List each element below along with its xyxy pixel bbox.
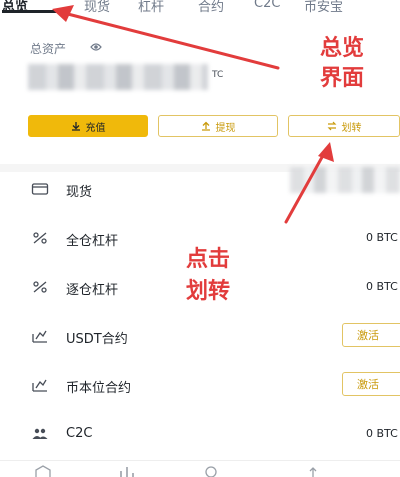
tab-earn[interactable]: 币安宝 <box>304 0 343 14</box>
top-tab-bar: 总览 现货 杠杆 合约 C2C 币安宝 <box>0 0 400 14</box>
users-icon <box>32 428 48 439</box>
upload-icon <box>201 121 210 131</box>
wallet-icon <box>31 183 49 195</box>
download-icon <box>71 122 80 131</box>
deposit-label: 充值 <box>85 122 106 134</box>
account-label: 现货 <box>66 185 93 200</box>
account-label: 币本位合约 <box>66 381 132 396</box>
activate-button[interactable]: 激活 <box>342 372 400 396</box>
account-row-c2c[interactable]: C2C 0 BTC <box>0 412 400 458</box>
withdraw-button[interactable]: 提现 <box>158 115 278 137</box>
activate-button[interactable]: 激活 <box>342 323 400 347</box>
percent-icon <box>33 281 47 293</box>
tab-c2c[interactable]: C2C <box>254 0 280 11</box>
total-assets-label: 总资产 <box>30 42 67 56</box>
futures-nav-icon[interactable] <box>304 465 322 477</box>
percent-icon <box>33 232 47 244</box>
markets-icon[interactable] <box>118 465 136 477</box>
trade-icon[interactable] <box>202 465 220 477</box>
withdraw-label: 提现 <box>215 122 236 134</box>
total-assets-unit: TC <box>212 70 224 80</box>
account-value: 0 BTC <box>366 427 398 440</box>
transfer-button[interactable]: 划转 <box>288 115 400 137</box>
transfer-icon <box>327 121 336 131</box>
arrow-to-overview-tab <box>52 5 280 70</box>
account-label: 全仓杠杆 <box>66 234 119 249</box>
active-tab-indicator <box>2 10 62 13</box>
account-label: C2C <box>66 426 93 441</box>
tab-margin[interactable]: 杠杆 <box>138 0 164 14</box>
account-value: 0 BTC <box>366 231 398 244</box>
tab-spot[interactable]: 现货 <box>84 0 110 14</box>
account-row-spot[interactable]: 现货 <box>0 167 400 213</box>
account-label: USDT合约 <box>66 332 128 347</box>
futures-icon <box>32 330 47 343</box>
annotation-overview: 总览 界面 <box>320 36 365 91</box>
annotation-click-transfer: 点击 划转 <box>186 247 231 304</box>
account-row-usdt-futures[interactable]: USDT合约 激活 <box>0 314 400 360</box>
account-row-coin-futures[interactable]: 币本位合约 激活 <box>0 363 400 409</box>
home-icon[interactable] <box>34 465 52 477</box>
account-value: 0 BTC <box>366 280 398 293</box>
tab-futures[interactable]: 合约 <box>198 0 224 14</box>
bottom-nav <box>0 460 400 477</box>
deposit-button[interactable]: 充值 <box>28 115 148 137</box>
eye-icon[interactable] <box>90 42 102 52</box>
total-assets-value-blurred <box>28 64 208 90</box>
account-label: 逐仓杠杆 <box>66 283 119 298</box>
futures-icon <box>32 379 47 392</box>
spot-balance-blurred <box>290 167 400 193</box>
transfer-label: 划转 <box>341 122 362 134</box>
